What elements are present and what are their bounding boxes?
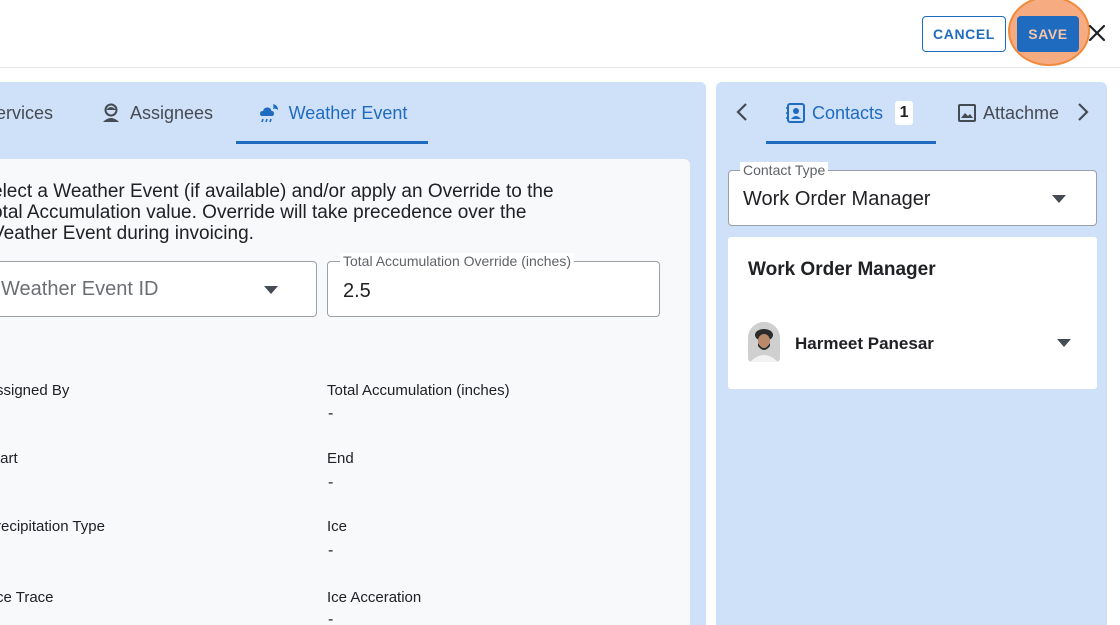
description-line: otal Accumulation value. Override will t… xyxy=(0,202,527,223)
ice-acceration-label: Ice Acceration xyxy=(327,589,422,606)
save-button[interactable]: SAVE xyxy=(1017,16,1079,52)
contact-type-value: Work Order Manager xyxy=(743,188,931,210)
tab-label-contacts: Contacts xyxy=(812,102,884,123)
tab-services[interactable]: ervices xyxy=(0,82,53,144)
tab-label-services: ervices xyxy=(0,102,54,123)
ice-label: Ice xyxy=(327,518,348,535)
override-field-label: Total Accumulation Override (inches) xyxy=(340,253,574,269)
save-button-label: SAVE xyxy=(1028,26,1068,42)
weather-event-id-placeholder: Weather Event ID xyxy=(1,278,159,300)
ice-value: - xyxy=(328,542,334,559)
chevron-left-icon[interactable] xyxy=(736,102,748,122)
tab-label-weather-event: Weather Event xyxy=(288,102,408,123)
tab-attachments[interactable]: Attachme xyxy=(957,82,1070,144)
start-label: tart xyxy=(0,450,18,467)
contact-card-title: Work Order Manager xyxy=(748,259,936,280)
end-label: End xyxy=(327,450,354,467)
assignee-icon xyxy=(103,103,119,122)
active-tab-indicator xyxy=(236,141,428,144)
total-accumulation-label: Total Accumulation (inches) xyxy=(327,382,510,399)
expand-arrow-icon[interactable] xyxy=(1057,339,1071,347)
total-accumulation-override-input[interactable]: Total Accumulation Override (inches) 2.5 xyxy=(327,253,660,317)
description-line: Veather Event during invoicing. xyxy=(0,223,254,244)
tab-weather-event[interactable]: Weather Event xyxy=(236,82,428,144)
dropdown-arrow-icon xyxy=(1052,195,1066,203)
image-icon xyxy=(958,104,976,122)
tab-assignees[interactable]: Assignees xyxy=(100,82,213,144)
end-value: - xyxy=(328,474,334,491)
ice-trace-label: ce Trace xyxy=(0,589,54,606)
tab-contacts[interactable]: Contacts 1 xyxy=(786,82,914,144)
contacts-count-badge: 1 xyxy=(895,101,914,125)
active-right-tab-indicator xyxy=(766,141,936,144)
contact-type-label: Contact Type xyxy=(740,162,829,178)
chevron-right-icon[interactable] xyxy=(1077,102,1089,122)
close-icon[interactable] xyxy=(1086,22,1108,44)
top-bar: CANCEL SAVE xyxy=(0,0,1120,68)
override-field-value: 2.5 xyxy=(343,280,371,302)
total-accumulation-value: - xyxy=(328,405,334,422)
tab-label-assignees: Assignees xyxy=(130,102,214,123)
weather-event-id-select[interactable]: Weather Event ID xyxy=(0,261,317,317)
dropdown-arrow-icon xyxy=(264,286,278,294)
contact-card: Work Order Manager Harmeet Panesar xyxy=(728,237,1097,389)
contact-person-name: Harmeet Panesar xyxy=(795,334,934,353)
precipitation-type-label: recipitation Type xyxy=(0,518,105,535)
weather-icon xyxy=(259,104,278,123)
ice-acceration-value: - xyxy=(328,611,334,625)
assigned-by-label: ssigned By xyxy=(0,382,70,399)
contact-type-select[interactable]: Contact Type Work Order Manager xyxy=(728,162,1097,226)
description-line: elect a Weather Event (if available) and… xyxy=(0,181,554,202)
avatar xyxy=(748,322,780,362)
tab-label-attachments: Attachme xyxy=(983,102,1060,123)
contacts-icon xyxy=(786,103,805,123)
weather-description: elect a Weather Event (if available) and… xyxy=(0,181,652,244)
cancel-button[interactable]: CANCEL xyxy=(922,16,1006,52)
